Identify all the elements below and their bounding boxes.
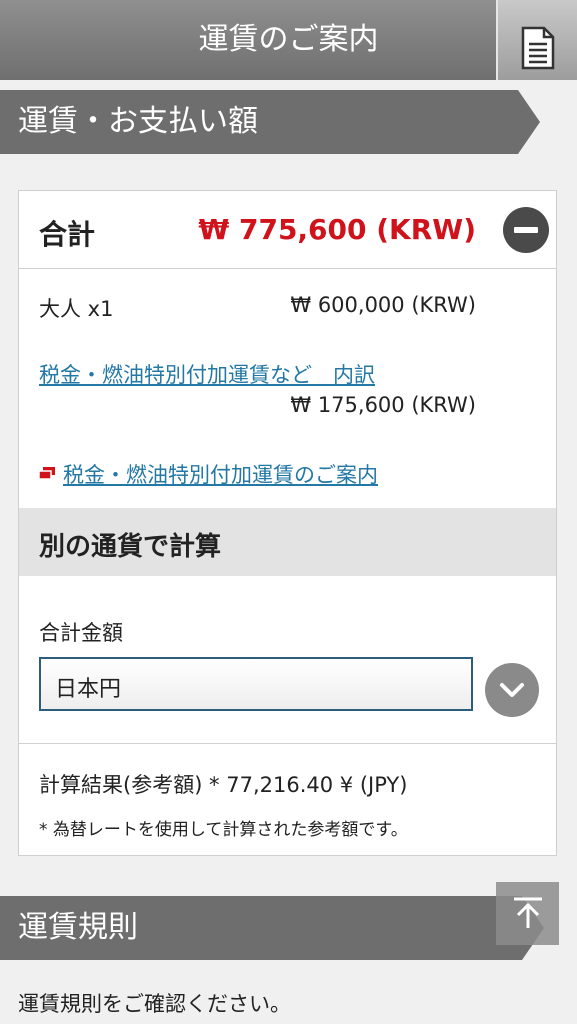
conversion-result: 計算結果(参考額) * 77,216.40 ¥ (JPY)	[39, 773, 408, 797]
scroll-to-top-button[interactable]	[496, 882, 559, 945]
total-row[interactable]: 合計 ₩ 775,600 (KRW)	[19, 191, 556, 269]
fare-card: 合計 ₩ 775,600 (KRW) 大人 x1 ₩ 600,000 (KRW)…	[18, 190, 557, 856]
currency-select-value: 日本円	[55, 677, 122, 702]
rules-section-header: 運賃規則	[0, 896, 545, 960]
tax-amount: ₩ 175,600 (KRW)	[290, 393, 476, 417]
currency-calc-header: 別の通貨で計算	[19, 508, 556, 576]
arrow-up-icon	[514, 897, 542, 928]
conversion-note: * 為替レートを使用して計算された参考額です。	[39, 820, 408, 840]
total-amount: ₩ 775,600 (KRW)	[198, 213, 476, 246]
page-title: 運賃のご案内	[198, 22, 379, 57]
app-header: 運賃のご案内	[0, 0, 577, 80]
tax-breakdown-link[interactable]: 税金・燃油特別付加運賃など 内訳	[39, 359, 375, 389]
document-button[interactable]	[498, 0, 577, 80]
surcharge-info-link[interactable]: 税金・燃油特別付加運賃のご案内	[63, 459, 378, 489]
currency-calc-title: 別の通貨で計算	[39, 532, 222, 562]
total-label: 合計	[39, 218, 96, 251]
adult-amount: ₩ 600,000 (KRW)	[290, 293, 476, 317]
currency-select[interactable]: 日本円	[39, 657, 473, 711]
chevron-down-icon	[500, 683, 524, 697]
total-amount-label: 合計金額	[39, 621, 123, 645]
fare-section-title: 運賃・お支払い額	[18, 104, 258, 139]
collapse-minus-icon[interactable]	[503, 207, 549, 253]
rules-text: 運賃規則をご確認ください。	[18, 992, 291, 1016]
external-window-icon	[39, 467, 55, 479]
divider	[19, 743, 556, 744]
fare-section-header: 運賃・お支払い額	[0, 90, 541, 154]
adult-label: 大人 x1	[39, 297, 114, 321]
currency-dropdown-button[interactable]	[485, 663, 539, 717]
document-icon	[521, 26, 555, 70]
rules-section-title: 運賃規則	[18, 910, 138, 945]
